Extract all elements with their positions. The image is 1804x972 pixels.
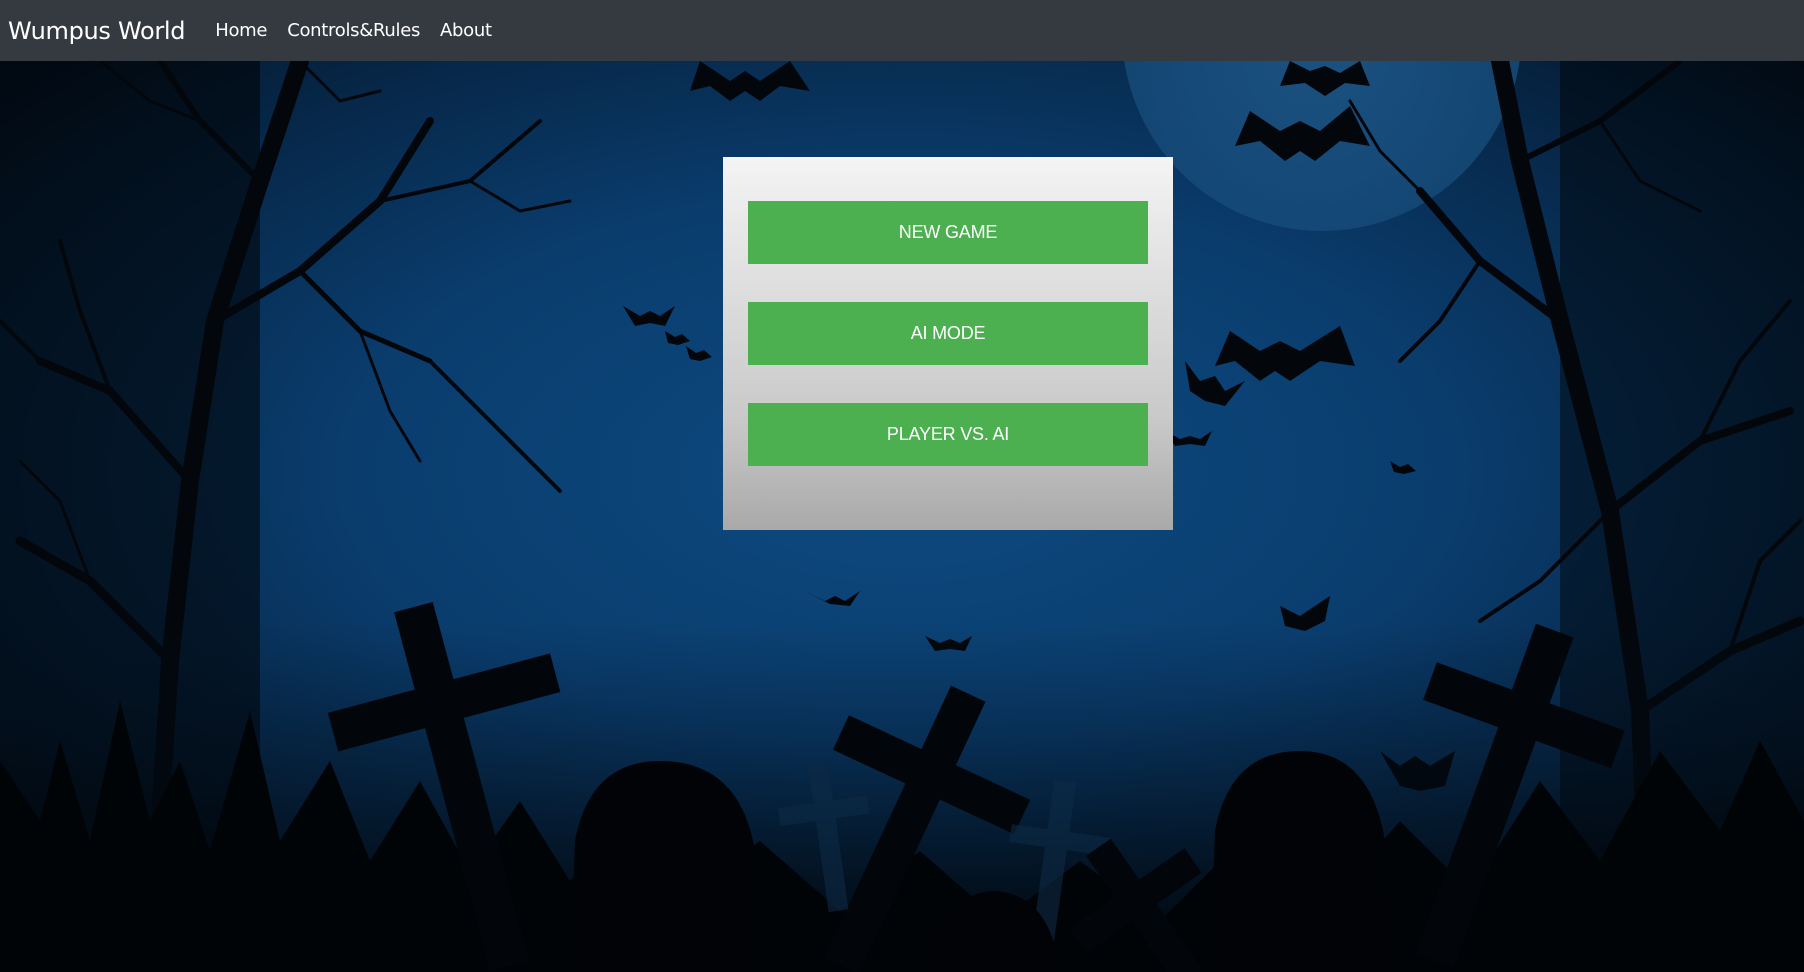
top-navbar: Wumpus World Home Controls&Rules About: [0, 0, 1804, 61]
player-vs-ai-button[interactable]: PLAYER VS. AI: [748, 403, 1148, 466]
main-menu-panel: NEW GAME AI MODE PLAYER VS. AI: [723, 157, 1173, 530]
tombstone-icon: [1210, 751, 1390, 972]
tombstone-icon: [570, 761, 760, 972]
ai-mode-button[interactable]: AI MODE: [748, 302, 1148, 365]
nav-link-about[interactable]: About: [440, 20, 492, 41]
nav-link-controls-rules[interactable]: Controls&Rules: [287, 20, 420, 41]
new-game-button[interactable]: NEW GAME: [748, 201, 1148, 264]
brand-logo[interactable]: Wumpus World: [8, 17, 186, 45]
nav-link-home[interactable]: Home: [215, 20, 267, 41]
